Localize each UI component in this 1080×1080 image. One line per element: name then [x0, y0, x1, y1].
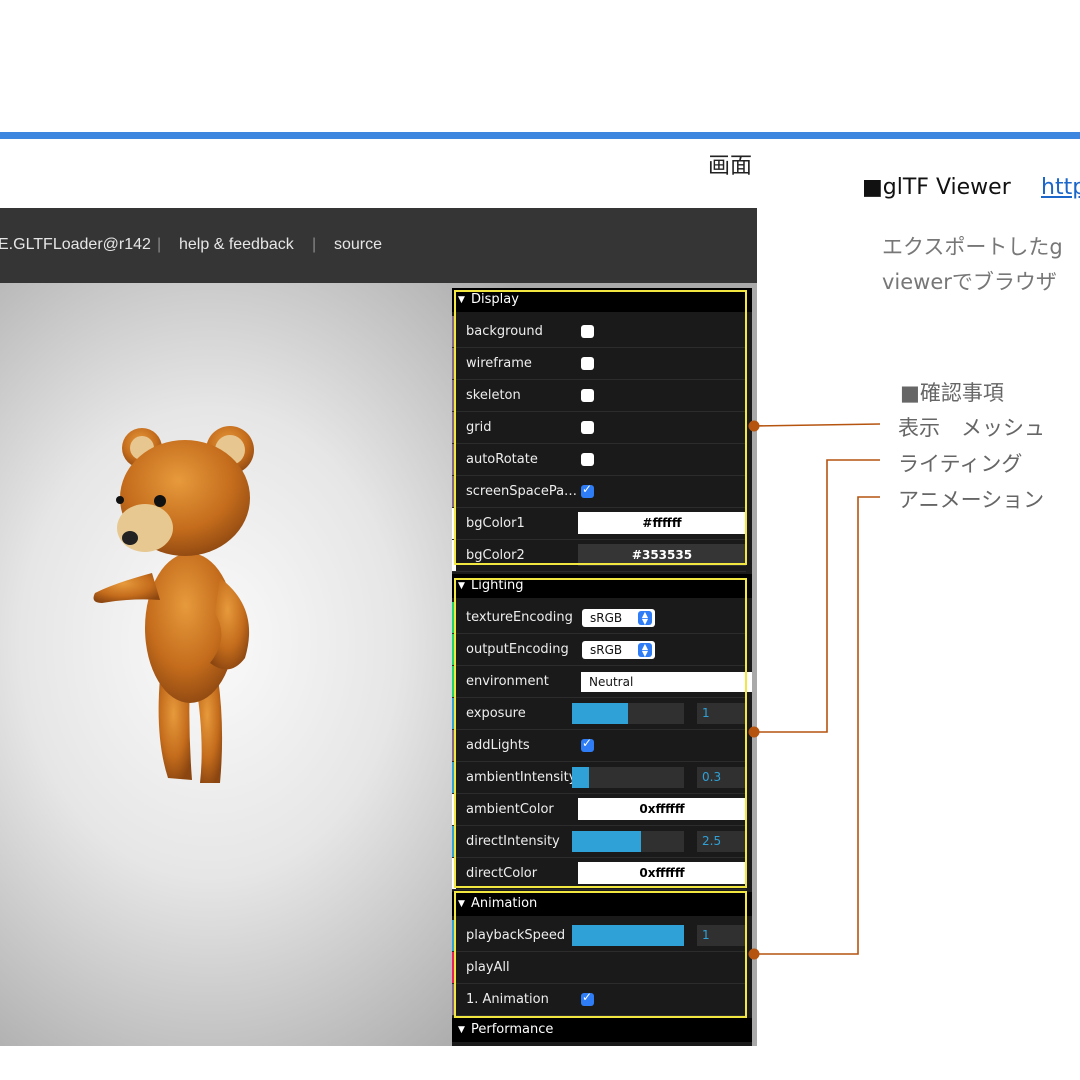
highlight-animation: [454, 891, 747, 1018]
highlight-lighting: [454, 578, 747, 888]
viewer-title: ■glTF Viewer: [862, 175, 1011, 200]
top-accent-bar: [0, 132, 1080, 139]
annotation-connectors: [748, 420, 881, 960]
checklist-item-lighting: ライティング: [898, 452, 1023, 476]
bear-model: [93, 426, 254, 783]
app-header: E.GLTFLoader@r142 | help & feedback | so…: [0, 208, 757, 283]
header-separator: |: [157, 236, 162, 253]
checklist-item-animation: アニメーション: [898, 488, 1045, 512]
screen-label: 画面: [708, 154, 753, 179]
header-separator: |: [312, 236, 317, 253]
help-feedback-link[interactable]: help & feedback: [179, 236, 294, 254]
checklist-title: ■確認事項: [900, 381, 1004, 405]
caret-down-icon: ▼: [458, 1025, 465, 1035]
folder-performance-label: Performance: [471, 1022, 554, 1037]
loader-version-link[interactable]: E.GLTFLoader@r142: [0, 236, 151, 254]
source-link[interactable]: source: [334, 236, 382, 254]
description-line: エクスポートしたg: [882, 235, 1063, 259]
viewer-url-link[interactable]: http: [1041, 175, 1080, 200]
checklist-item-display: 表示 メッシュ: [898, 416, 1045, 440]
description-line: viewerでブラウザ: [882, 270, 1057, 294]
highlight-display: [454, 290, 747, 565]
folder-performance-title[interactable]: ▼ Performance: [452, 1018, 752, 1042]
